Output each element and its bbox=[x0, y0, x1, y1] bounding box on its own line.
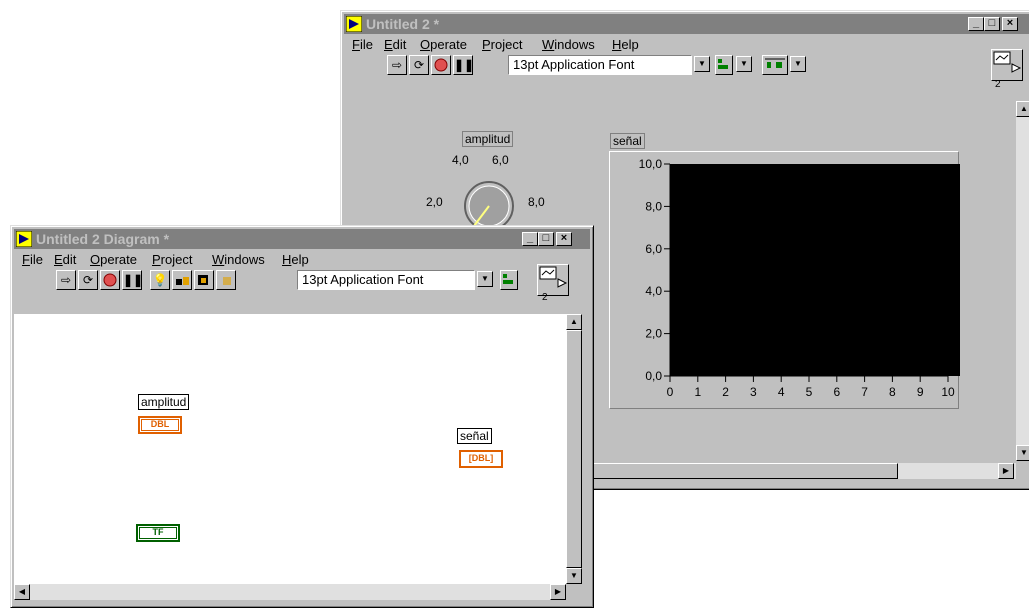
diagram-vscroll[interactable]: ▲ ▼ bbox=[566, 314, 582, 584]
x-tick-label: 4 bbox=[778, 385, 785, 399]
font-dropdown-button[interactable]: ▼ bbox=[694, 56, 710, 72]
knob-tick-6: 6,0 bbox=[492, 153, 509, 167]
menu-windows[interactable]: Windows bbox=[542, 37, 595, 52]
run-arrow-icon[interactable]: ⇨ bbox=[56, 270, 76, 290]
window-title: Untitled 2 Diagram * bbox=[36, 231, 170, 247]
distribute-objects-icon[interactable] bbox=[762, 55, 788, 75]
knob-tick-4: 4,0 bbox=[452, 153, 469, 167]
waveform-graph[interactable]: 10,0 8,0 6,0 4,0 2,0 0,0 0 1 2 3 4 5 6 7 8 9 10 bbox=[609, 151, 960, 409]
window-title: Untitled 2 * bbox=[366, 16, 440, 32]
diagram-hscroll[interactable]: ◀ ▶ bbox=[14, 584, 566, 600]
menu-file[interactable]: File bbox=[22, 252, 43, 267]
vscroll-thumb[interactable] bbox=[566, 330, 582, 568]
step-out-icon[interactable] bbox=[216, 270, 236, 290]
labview-app-icon bbox=[15, 230, 33, 248]
font-dropdown-button[interactable]: ▼ bbox=[477, 271, 493, 287]
front-panel-hscroll[interactable]: ▶ bbox=[593, 463, 1016, 479]
maximize-icon[interactable]: □ bbox=[984, 17, 1000, 31]
hscroll-thumb[interactable] bbox=[593, 463, 898, 479]
knob-tick-8: 8,0 bbox=[528, 195, 545, 209]
scroll-left-button[interactable]: ◀ bbox=[14, 584, 30, 600]
scroll-down-button[interactable]: ▼ bbox=[566, 568, 582, 584]
graph-label: señal bbox=[610, 133, 645, 149]
scroll-up-button[interactable]: ▲ bbox=[566, 314, 582, 330]
graph-axes: 10,0 8,0 6,0 4,0 2,0 0,0 0 1 2 3 4 5 6 7 8 9 10 bbox=[639, 157, 955, 399]
x-tick-label: 9 bbox=[917, 385, 924, 399]
senal-terminal-label: señal bbox=[457, 428, 492, 444]
x-tick-label: 7 bbox=[861, 385, 868, 399]
menu-windows[interactable]: Windows bbox=[212, 252, 265, 267]
connector-pane-number: 2 bbox=[542, 292, 548, 303]
labview-app-icon bbox=[345, 15, 363, 33]
x-tick-label: 5 bbox=[806, 385, 813, 399]
menu-help[interactable]: Help bbox=[612, 37, 639, 52]
run-arrow-icon[interactable]: ⇨ bbox=[387, 55, 407, 75]
close-icon[interactable]: × bbox=[556, 232, 572, 246]
senal-array-terminal[interactable]: [DBL] bbox=[459, 450, 503, 468]
run-continuous-icon[interactable]: ⟳ bbox=[409, 55, 429, 75]
menu-project[interactable]: Project bbox=[152, 252, 192, 267]
y-tick-label: 0,0 bbox=[645, 369, 662, 383]
menu-help[interactable]: Help bbox=[282, 252, 309, 267]
resize-grip[interactable] bbox=[569, 584, 585, 600]
maximize-icon[interactable]: □ bbox=[538, 232, 554, 246]
align-objects-icon[interactable] bbox=[715, 55, 733, 75]
minimize-icon[interactable]: _ bbox=[522, 232, 538, 246]
scroll-down-button[interactable]: ▼ bbox=[1016, 445, 1029, 461]
menu-edit[interactable]: Edit bbox=[54, 252, 76, 267]
x-tick-label: 6 bbox=[833, 385, 840, 399]
front-panel-toolbar: ⇨ ⟳ ❚❚ 13pt Application Font ▼ ▼ ▼ bbox=[344, 53, 1029, 77]
menu-project[interactable]: Project bbox=[482, 37, 522, 52]
minimize-icon[interactable]: _ bbox=[968, 17, 984, 31]
step-over-icon[interactable] bbox=[194, 270, 214, 290]
knob-tick-2: 2,0 bbox=[426, 195, 443, 209]
vi-icon[interactable] bbox=[991, 49, 1023, 81]
front-panel-titlebar[interactable]: Untitled 2 * _ □ × bbox=[344, 14, 1029, 34]
menu-operate[interactable]: Operate bbox=[420, 37, 467, 52]
align-dropdown-button[interactable]: ▼ bbox=[736, 56, 752, 72]
pause-icon[interactable]: ❚❚ bbox=[453, 55, 474, 75]
diagram-window[interactable]: Untitled 2 Diagram * _ □ × File Edit Ope… bbox=[10, 225, 594, 608]
distribute-dropdown-button[interactable]: ▼ bbox=[790, 56, 806, 72]
front-panel-vscroll[interactable]: ▲ ▼ bbox=[1016, 101, 1029, 461]
x-tick-label: 0 bbox=[667, 385, 674, 399]
front-panel-menubar: File Edit Operate Project Windows Help bbox=[344, 36, 1029, 54]
close-icon[interactable]: × bbox=[1002, 17, 1018, 31]
x-tick-label: 3 bbox=[750, 385, 757, 399]
y-tick-label: 8,0 bbox=[645, 199, 662, 213]
x-tick-label: 8 bbox=[889, 385, 896, 399]
scroll-right-button[interactable]: ▶ bbox=[998, 463, 1014, 479]
pause-icon[interactable]: ❚❚ bbox=[122, 270, 143, 290]
y-tick-label: 4,0 bbox=[645, 284, 662, 298]
diagram-toolbar: ⇨ ⟳ ❚❚ 💡 13pt Application Font ▼ bbox=[14, 268, 590, 292]
font-selector[interactable]: 13pt Application Font bbox=[297, 270, 475, 290]
menu-file[interactable]: File bbox=[352, 37, 373, 52]
knob-label: amplitud bbox=[462, 131, 514, 147]
x-tick-label: 2 bbox=[722, 385, 729, 399]
x-tick-label: 1 bbox=[694, 385, 701, 399]
y-tick-label: 2,0 bbox=[645, 327, 662, 341]
highlight-execution-icon[interactable]: 💡 bbox=[150, 270, 170, 290]
diagram-titlebar[interactable]: Untitled 2 Diagram * _ □ × bbox=[14, 229, 590, 249]
step-into-icon[interactable] bbox=[172, 270, 192, 290]
scroll-right-button[interactable]: ▶ bbox=[550, 584, 566, 600]
connector-pane-number: 2 bbox=[995, 79, 1001, 90]
font-selector[interactable]: 13pt Application Font bbox=[508, 55, 692, 75]
scroll-up-button[interactable]: ▲ bbox=[1016, 101, 1029, 117]
amplitud-dbl-terminal[interactable]: DBL bbox=[138, 416, 182, 434]
run-continuous-icon[interactable]: ⟳ bbox=[78, 270, 98, 290]
y-tick-label: 10,0 bbox=[639, 157, 663, 171]
align-objects-icon[interactable] bbox=[500, 270, 518, 290]
menu-edit[interactable]: Edit bbox=[384, 37, 406, 52]
block-diagram-area: amplitud DBL señal [DBL] TF bbox=[14, 314, 566, 584]
diagram-menubar: File Edit Operate Project Windows Help bbox=[14, 251, 590, 269]
abort-icon[interactable] bbox=[100, 270, 120, 290]
menu-operate[interactable]: Operate bbox=[90, 252, 137, 267]
boolean-tf-constant[interactable]: TF bbox=[136, 524, 180, 542]
amplitud-terminal-label: amplitud bbox=[138, 394, 190, 410]
y-tick-label: 6,0 bbox=[645, 242, 662, 256]
abort-icon[interactable] bbox=[431, 55, 451, 75]
x-tick-label: 10 bbox=[941, 385, 955, 399]
